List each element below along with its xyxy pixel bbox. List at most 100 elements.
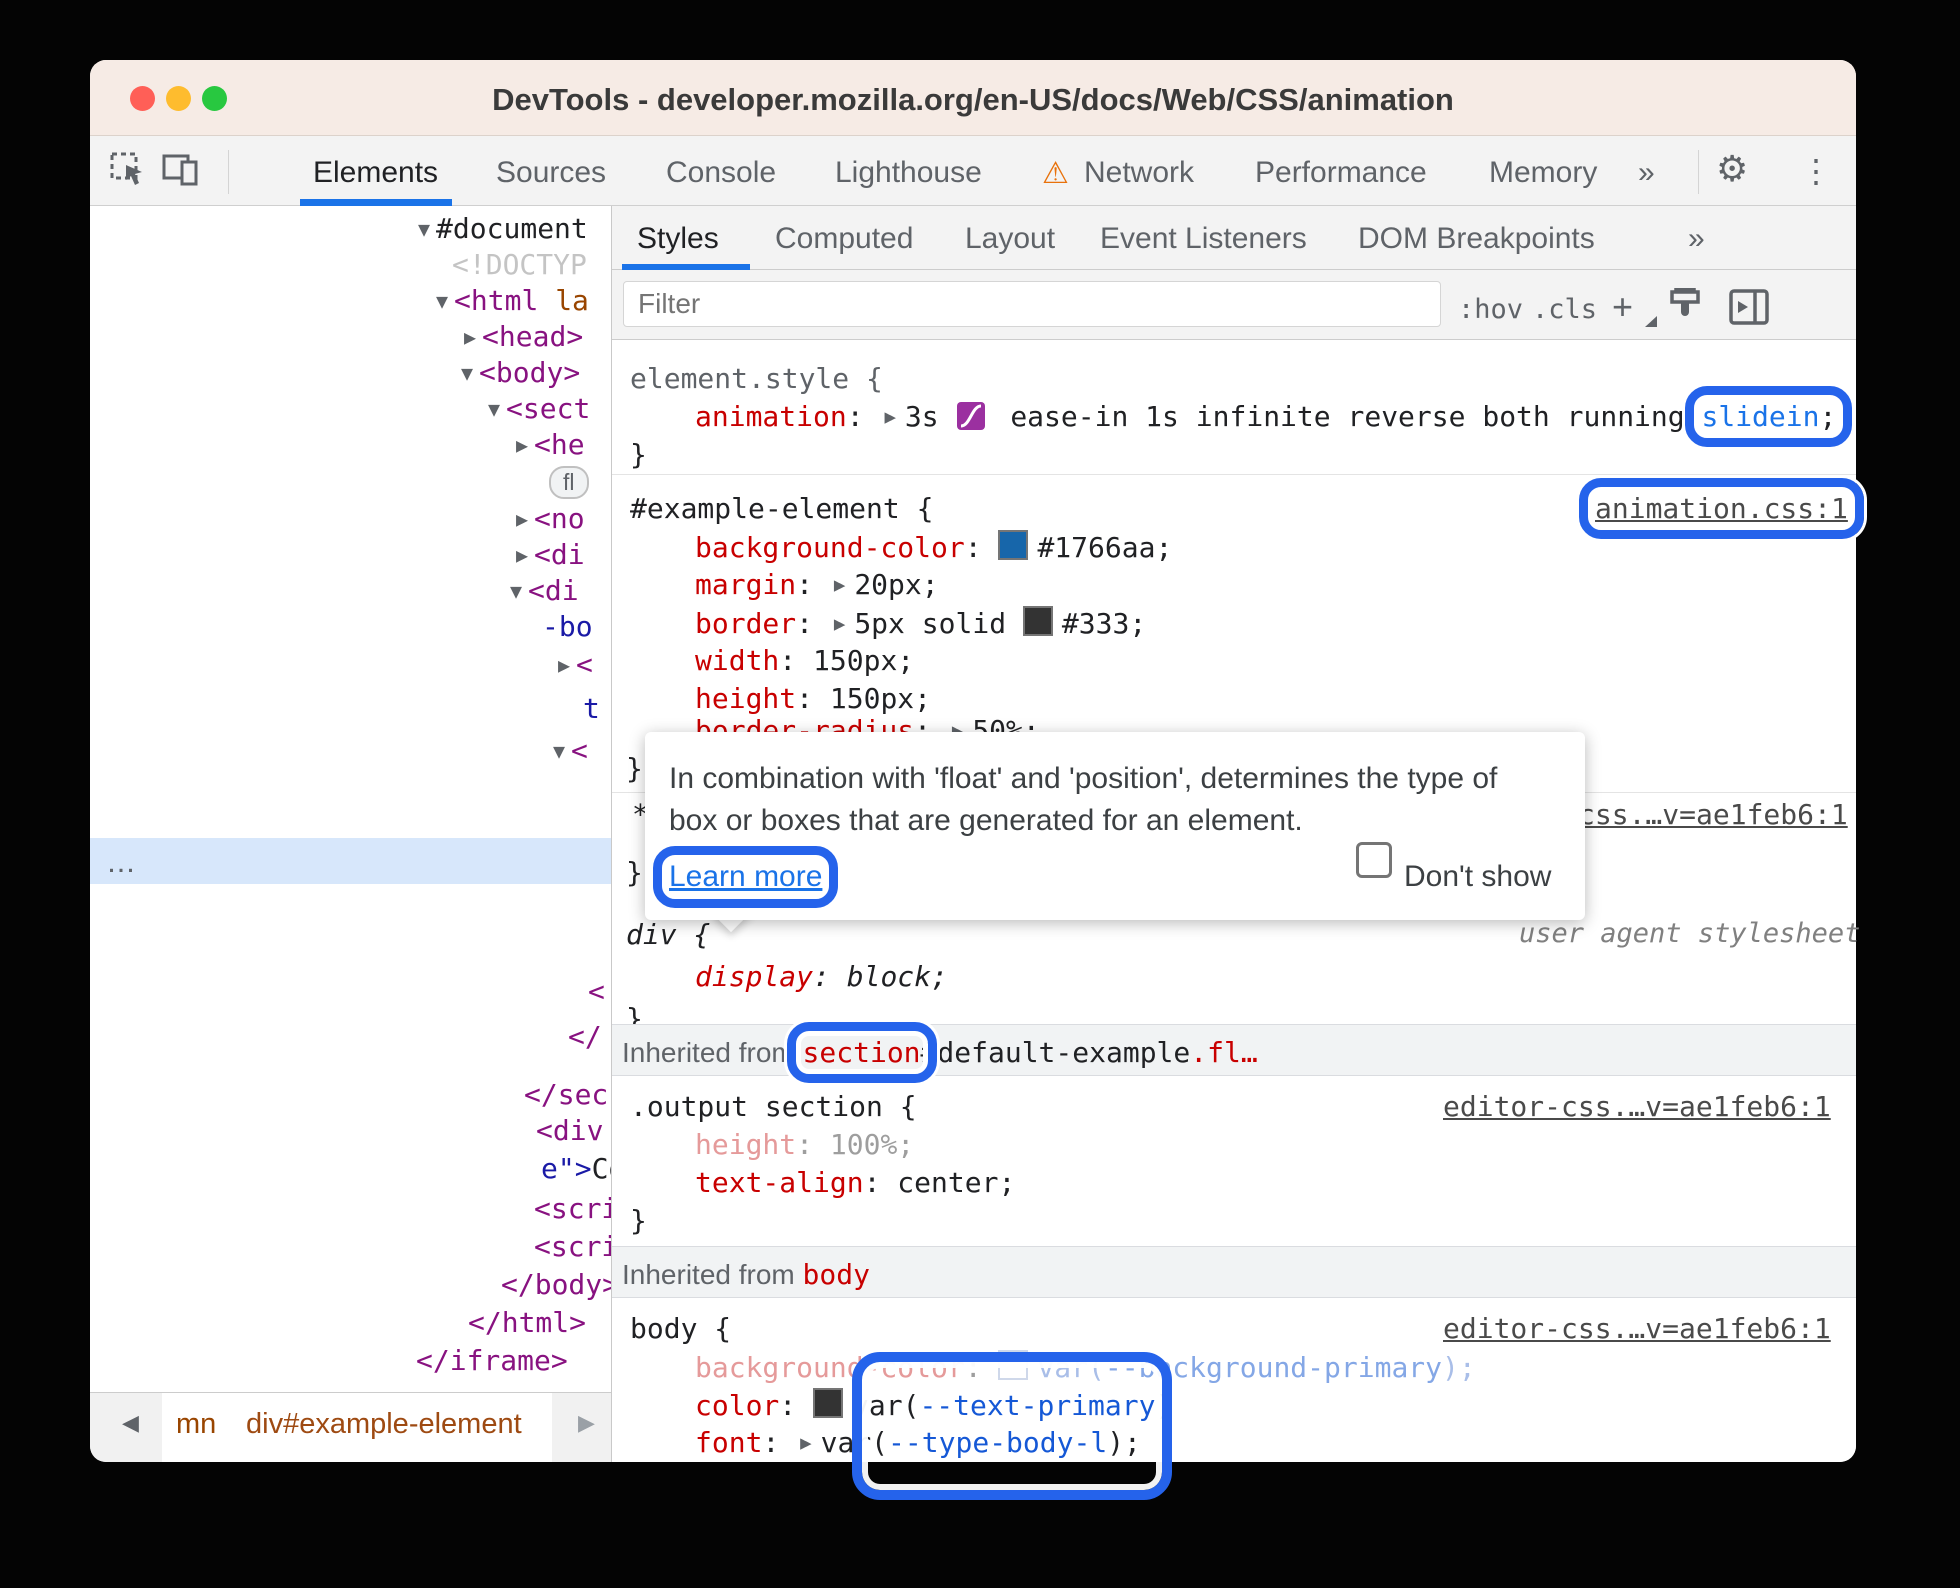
dom-node-div[interactable]: ▼ <di xyxy=(510,574,579,607)
breadcrumb-item-selected[interactable]: div#example-element xyxy=(246,1408,522,1441)
device-toolbar-icon[interactable] xyxy=(160,150,204,190)
new-rule-dropdown-icon[interactable] xyxy=(1644,316,1658,328)
paintbrush-icon[interactable] xyxy=(1666,288,1710,328)
css-declaration-text-align[interactable]: text-align: center; xyxy=(695,1166,1015,1199)
tab-lighthouse[interactable]: Lighthouse xyxy=(835,156,982,190)
dom-node-header[interactable]: ▶ <he xyxy=(516,428,585,461)
rule-selector-div[interactable]: div { xyxy=(626,918,710,951)
dom-close-tag[interactable]: </ xyxy=(568,1020,602,1053)
dom-attr-fragment[interactable]: t xyxy=(583,692,600,725)
collapse-icon[interactable]: ▼ xyxy=(510,579,522,603)
dom-node-html[interactable]: ▼ <html la xyxy=(436,284,589,317)
more-tabs-icon[interactable]: » xyxy=(1638,156,1655,190)
dom-close-section[interactable]: </sec xyxy=(524,1078,608,1111)
inherited-element-link[interactable]: body xyxy=(803,1258,870,1291)
gear-icon[interactable]: ⚙ xyxy=(1716,148,1748,190)
breadcrumb-back-icon[interactable]: ◀ xyxy=(122,1410,139,1436)
expand-icon[interactable]: ▶ xyxy=(516,543,528,567)
css-declaration-height[interactable]: height: 150px; xyxy=(695,682,931,715)
tab-console[interactable]: Console xyxy=(666,156,776,190)
tab-dom-breakpoints[interactable]: DOM Breakpoints xyxy=(1358,222,1595,256)
toggle-class-button[interactable]: .cls xyxy=(1532,294,1597,325)
css-declaration-display[interactable]: display: block; xyxy=(695,960,948,993)
tab-layout[interactable]: Layout xyxy=(965,222,1055,256)
collapse-icon[interactable]: ▼ xyxy=(553,739,565,763)
kebab-menu-icon[interactable]: ⋮ xyxy=(1800,152,1832,190)
rule-selector-element-style[interactable]: element.style { xyxy=(630,362,883,395)
breadcrumb-forward-icon[interactable]: ▶ xyxy=(578,1410,595,1436)
dom-node-script[interactable]: <scri xyxy=(534,1192,618,1225)
tab-network[interactable]: Network xyxy=(1084,156,1194,190)
learn-more-link[interactable]: Learn more xyxy=(669,860,822,893)
dom-close-iframe[interactable]: </iframe> xyxy=(416,1344,568,1377)
dom-node-head[interactable]: ▶ <head> xyxy=(464,320,583,353)
tab-memory[interactable]: Memory xyxy=(1489,156,1597,190)
css-declaration-height-overridden[interactable]: height: 100%; xyxy=(695,1128,914,1161)
tooltip-text-line2: box or boxes that are generated for an e… xyxy=(669,804,1303,837)
tab-computed[interactable]: Computed xyxy=(775,222,913,256)
stylesheet-link-fragment[interactable]: css.…v=ae1feb6:1 xyxy=(1578,798,1848,831)
dom-node-section[interactable]: ▼ <sect xyxy=(488,392,590,425)
bezier-editor-icon[interactable] xyxy=(957,402,986,430)
stylesheet-link-editor-css[interactable]: editor-css.…v=ae1feb6:1 xyxy=(1443,1090,1831,1123)
dom-badge-flex[interactable]: fl xyxy=(549,464,589,499)
collapse-icon[interactable]: ▼ xyxy=(418,217,430,241)
dom-node-document[interactable]: ▼ #document xyxy=(418,212,588,245)
new-style-rule-button[interactable]: + xyxy=(1612,286,1633,328)
collapse-icon[interactable]: ▼ xyxy=(488,397,500,421)
hidden-content-ellipsis[interactable]: … xyxy=(106,846,140,880)
dom-node-noscript[interactable]: ▶ <no xyxy=(516,502,585,535)
dom-node[interactable]: ▼ < xyxy=(553,734,588,767)
dom-node-script[interactable]: <scri xyxy=(534,1230,618,1263)
toolbar-divider xyxy=(228,150,229,194)
collapse-icon[interactable]: ▼ xyxy=(461,361,473,385)
dont-show-checkbox[interactable] xyxy=(1356,842,1392,878)
tab-performance[interactable]: Performance xyxy=(1255,156,1427,190)
screenshot-stage: DevTools - developer.mozilla.org/en-US/d… xyxy=(0,0,1960,1588)
dom-attr-fragment[interactable]: -bo xyxy=(542,610,593,643)
breadcrumb-item-truncated[interactable]: mn xyxy=(176,1408,216,1441)
css-declaration-border[interactable]: border: ▶ 5px solid #333; xyxy=(695,606,1146,640)
color-swatch[interactable] xyxy=(998,530,1029,560)
animation-name-link[interactable]: slidein xyxy=(1701,400,1819,433)
dom-node[interactable]: ▶ < xyxy=(558,648,593,681)
tab-event-listeners[interactable]: Event Listeners xyxy=(1100,222,1307,256)
dom-close-html[interactable]: </html> xyxy=(468,1306,586,1339)
stylesheet-link-editor-css[interactable]: editor-css.…v=ae1feb6:1 xyxy=(1443,1312,1831,1345)
css-declaration-animation[interactable]: animation: ▶ 3s ease-in 1s infinite rever… xyxy=(695,386,1853,447)
dom-node-div[interactable]: <div xyxy=(536,1114,603,1147)
css-declaration-margin[interactable]: margin: ▶ 20px; xyxy=(695,568,939,601)
color-swatch[interactable] xyxy=(813,1388,844,1418)
selected-dom-row[interactable] xyxy=(90,838,611,884)
tab-styles[interactable]: Styles xyxy=(637,222,719,256)
color-swatch[interactable] xyxy=(1022,606,1053,636)
expand-icon[interactable]: ▶ xyxy=(884,406,895,428)
toggle-hover-state-button[interactable]: :hov xyxy=(1458,294,1523,325)
stylesheet-link-animation-css[interactable]: animation.css:1 xyxy=(1595,492,1848,525)
expand-icon[interactable]: ▶ xyxy=(800,1432,811,1454)
filter-input[interactable] xyxy=(623,281,1441,327)
css-declaration-width[interactable]: width: 150px; xyxy=(695,644,914,677)
expand-icon[interactable]: ▶ xyxy=(464,325,476,349)
more-panel-tabs-icon[interactable]: » xyxy=(1688,222,1705,256)
tab-elements[interactable]: Elements xyxy=(313,156,438,190)
rule-selector-example-element[interactable]: #example-element { xyxy=(630,492,933,525)
css-declaration-background-color[interactable]: background-color: #1766aa; xyxy=(695,530,1172,564)
expand-icon[interactable]: ▶ xyxy=(516,433,528,457)
inspect-element-icon[interactable] xyxy=(108,150,148,190)
dom-node-div[interactable]: ▶ <di xyxy=(516,538,585,571)
expand-icon[interactable]: ▶ xyxy=(516,507,528,531)
collapse-icon[interactable]: ▼ xyxy=(436,289,448,313)
dom-node[interactable]: < xyxy=(588,975,605,1008)
tab-sources[interactable]: Sources xyxy=(496,156,606,190)
rule-selector-output-section[interactable]: .output section { xyxy=(630,1090,917,1123)
expand-icon[interactable]: ▶ xyxy=(558,653,570,677)
dom-node-doctype[interactable]: <!DOCTYP xyxy=(452,248,587,281)
dom-node-body[interactable]: ▼ <body> xyxy=(461,356,580,389)
toggle-sidebar-icon[interactable] xyxy=(1728,288,1772,328)
inherited-element-link[interactable]: section xyxy=(803,1036,921,1069)
dom-close-body[interactable]: </body> xyxy=(501,1268,619,1301)
expand-icon[interactable]: ▶ xyxy=(834,613,845,635)
expand-icon[interactable]: ▶ xyxy=(834,574,845,596)
rule-selector-body[interactable]: body { xyxy=(630,1312,731,1345)
